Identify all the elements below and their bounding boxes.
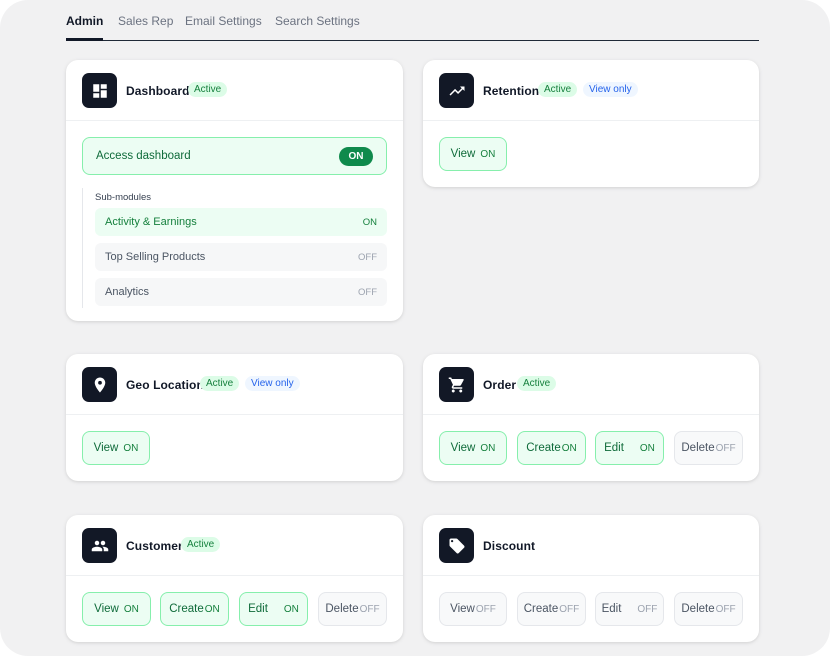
geo-location-card: Geo Location Active View only View ON	[66, 354, 403, 481]
view-permission-button[interactable]: View OFF	[439, 592, 507, 626]
permission-state: ON	[561, 442, 577, 454]
permission-state: ON	[123, 442, 139, 454]
permission-label: View	[450, 603, 475, 615]
submodule-activity-earnings[interactable]: Activity & Earnings ON	[95, 208, 387, 236]
customer-card: Customer Active View ON Create ON Edit ON D…	[66, 515, 403, 642]
permission-state: OFF	[715, 603, 736, 615]
permission-label: Create	[523, 603, 559, 615]
permission-state: OFF	[475, 603, 496, 615]
permission-state: OFF	[715, 442, 736, 454]
card-title: Customer	[126, 539, 183, 553]
card-title: Geo Location	[126, 378, 204, 392]
status-badge-active: Active	[188, 82, 228, 97]
permission-state: ON	[480, 442, 496, 454]
card-header: Geo Location Active View only	[66, 354, 403, 415]
order-card: Order Active View ON Create ON Edit ON Dele…	[423, 354, 759, 481]
card-title: Order	[483, 378, 517, 392]
submodule-top-selling-products[interactable]: Top Selling Products OFF	[95, 243, 387, 271]
card-header: Order Active	[423, 354, 759, 415]
create-permission-button[interactable]: Create ON	[517, 431, 586, 465]
location-pin-icon	[82, 367, 117, 402]
view-permission-button[interactable]: View ON	[439, 431, 507, 465]
view-permission-button[interactable]: View ON	[82, 431, 150, 465]
card-title: Dashboard	[126, 84, 190, 98]
tab-sales-rep[interactable]: Sales Rep	[118, 14, 173, 28]
trending-up-icon	[439, 73, 474, 108]
permission-label: Edit	[604, 442, 624, 454]
card-header: Discount	[423, 515, 759, 576]
permission-label: Delete	[681, 442, 715, 454]
permission-label: Edit	[248, 603, 268, 615]
permission-state: ON	[480, 148, 496, 160]
permission-label: Create	[169, 603, 204, 615]
card-header: Retention Active View only	[423, 60, 759, 121]
permission-state: ON	[639, 442, 655, 454]
permission-label: Delete	[325, 603, 359, 615]
submodules-heading: Sub-modules	[95, 192, 151, 203]
card-header: Customer Active	[66, 515, 403, 576]
permission-state: ON	[204, 603, 220, 615]
status-badge-active: Active	[538, 82, 578, 97]
dashboard-card: Dashboard Active Access dashboard ON Sub…	[66, 60, 403, 321]
access-dashboard-toggle[interactable]: ON	[339, 147, 373, 166]
tab-admin[interactable]: Admin	[66, 14, 104, 41]
permission-label: View	[94, 603, 119, 615]
access-dashboard-label: Access dashboard	[96, 150, 191, 162]
submodule-label: Top Selling Products	[105, 251, 206, 263]
access-dashboard-row[interactable]: Access dashboard ON	[82, 137, 387, 175]
status-badge-active: Active	[200, 376, 240, 391]
discount-card: Discount View OFF Create OFF Edit OFF Delet…	[423, 515, 759, 642]
permission-state: ON	[283, 603, 299, 615]
submodule-divider	[82, 188, 83, 308]
permission-state: OFF	[359, 603, 380, 615]
edit-permission-button[interactable]: Edit ON	[239, 592, 308, 626]
permission-state: ON	[123, 603, 139, 615]
edit-permission-button[interactable]: Edit ON	[595, 431, 664, 465]
shopping-cart-icon	[439, 367, 474, 402]
tab-email-settings[interactable]: Email Settings	[185, 14, 262, 28]
permission-label: View	[93, 442, 119, 454]
permission-label: Create	[526, 442, 561, 454]
dashboard-icon	[82, 73, 117, 108]
permission-state: OFF	[559, 603, 580, 615]
delete-permission-button[interactable]: Delete OFF	[674, 431, 743, 465]
submodule-label: Activity & Earnings	[105, 216, 197, 228]
permission-state: OFF	[637, 603, 658, 615]
status-badge-active: Active	[181, 537, 221, 552]
submodule-state: ON	[362, 217, 377, 228]
card-header: Dashboard Active	[66, 60, 403, 121]
app-frame: Admin Sales Rep Email Settings Search Se…	[0, 0, 830, 656]
permission-label: View	[450, 148, 476, 160]
permission-label: Delete	[681, 603, 715, 615]
submodule-analytics[interactable]: Analytics OFF	[95, 278, 387, 306]
submodule-label: Analytics	[105, 286, 150, 298]
tag-icon	[439, 528, 474, 563]
permission-label: View	[450, 442, 476, 454]
tab-bar: Admin Sales Rep Email Settings Search Se…	[66, 0, 759, 41]
tab-search-settings[interactable]: Search Settings	[275, 14, 360, 28]
status-badge-active: Active	[517, 376, 557, 391]
people-icon	[82, 528, 117, 563]
create-permission-button[interactable]: Create ON	[160, 592, 229, 626]
permission-label: Edit	[601, 603, 622, 615]
submodule-state: OFF	[358, 252, 377, 263]
card-title: Discount	[483, 539, 536, 553]
status-badge-view-only: View only	[583, 82, 638, 97]
card-title: Retention	[483, 84, 540, 98]
status-badge-view-only: View only	[245, 376, 300, 391]
view-permission-button[interactable]: View ON	[82, 592, 151, 626]
delete-permission-button[interactable]: Delete OFF	[674, 592, 743, 626]
create-permission-button[interactable]: Create OFF	[517, 592, 586, 626]
retention-card: Retention Active View only View ON	[423, 60, 759, 187]
edit-permission-button[interactable]: Edit OFF	[595, 592, 664, 626]
delete-permission-button[interactable]: Delete OFF	[318, 592, 387, 626]
submodule-state: OFF	[358, 287, 377, 298]
view-permission-button[interactable]: View ON	[439, 137, 507, 171]
